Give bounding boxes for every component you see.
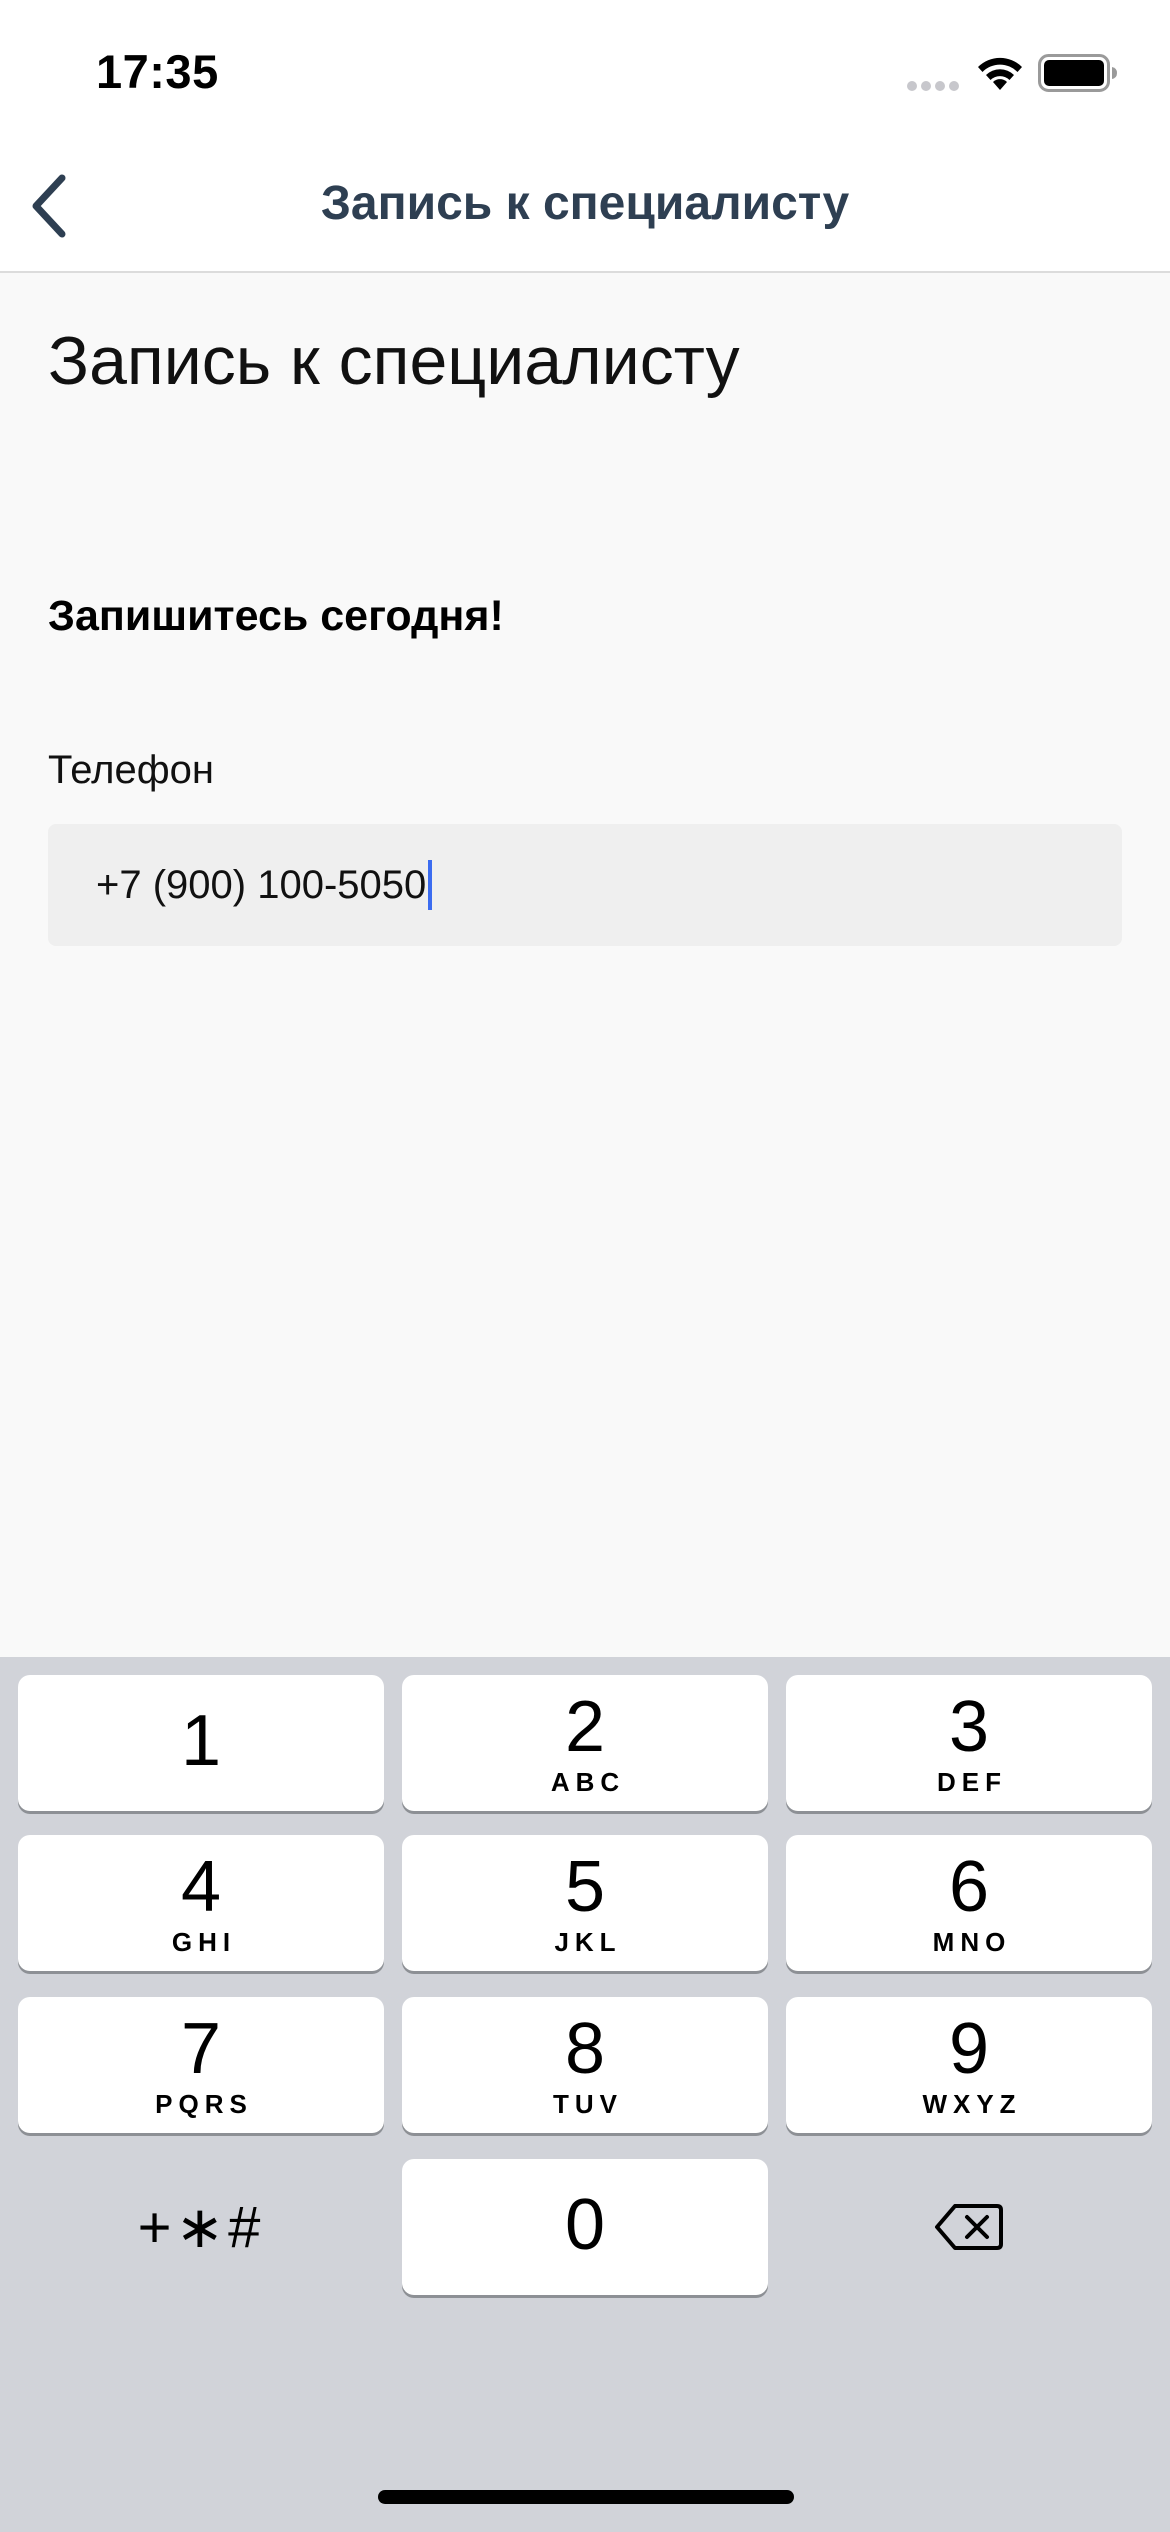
key-digit: 7	[180, 2008, 222, 2089]
key-8[interactable]: 8 TUV	[402, 1997, 768, 2133]
chevron-left-icon	[32, 174, 66, 238]
battery-icon	[1038, 54, 1117, 92]
status-time: 17:35	[96, 45, 219, 98]
back-button[interactable]	[10, 166, 90, 246]
key-digit: 0	[564, 2185, 606, 2265]
phone-label: Телефон	[48, 748, 214, 792]
key-symbols[interactable]: +∗#	[18, 2159, 384, 2295]
key-1[interactable]: 1	[18, 1675, 384, 1811]
nav-title: Запись к специалисту	[320, 177, 850, 230]
status-bar: 17:35	[0, 0, 1170, 138]
key-digit: 3	[948, 1686, 990, 1767]
key-digit: 4	[180, 1846, 222, 1927]
wifi-icon	[978, 57, 1022, 90]
key-2[interactable]: 2 ABC	[402, 1675, 768, 1811]
page-title: Запись к специалисту	[48, 323, 740, 399]
key-7[interactable]: 7 PQRS	[18, 1997, 384, 2133]
key-letters: PQRS	[155, 2088, 253, 2119]
key-digit: 2	[564, 1686, 606, 1767]
key-letters: JKL	[554, 1926, 622, 1957]
key-9[interactable]: 9 WXYZ	[786, 1997, 1152, 2133]
key-5[interactable]: 5 JKL	[402, 1835, 768, 1971]
key-letters: DEF	[937, 1766, 1007, 1797]
phone-input-value: +7 (900) 100-5050	[96, 862, 427, 907]
key-0[interactable]: 0	[402, 2159, 768, 2295]
symbols-label: +∗#	[137, 2195, 265, 2260]
key-letters: MNO	[932, 1926, 1012, 1957]
key-letters: GHI	[171, 1926, 237, 1957]
key-4[interactable]: 4 GHI	[18, 1835, 384, 1971]
key-digit: 6	[948, 1846, 990, 1927]
key-6[interactable]: 6 MNO	[786, 1835, 1152, 1971]
key-letters: TUV	[553, 2088, 623, 2119]
numeric-keypad: 1 2 ABC 3 DEF 4 GHI 5 JKL 6 MNO 7 PQRS 8…	[0, 1657, 1170, 2532]
promo-text: Запишитесь сегодня!	[48, 592, 504, 640]
key-digit: 5	[564, 1846, 606, 1927]
key-digit: 8	[564, 2008, 606, 2089]
backspace-icon	[935, 2204, 1003, 2250]
key-digit: 1	[180, 1701, 222, 1781]
text-caret	[428, 860, 433, 910]
home-indicator[interactable]	[378, 2490, 794, 2504]
navigation-bar: Запись к специалисту	[0, 138, 1170, 273]
key-letters: ABC	[550, 1766, 626, 1797]
key-digit: 9	[948, 2008, 990, 2089]
key-3[interactable]: 3 DEF	[786, 1675, 1152, 1811]
delete-key[interactable]	[786, 2159, 1152, 2295]
phone-input[interactable]: +7 (900) 100-5050	[48, 824, 1122, 946]
key-letters: WXYZ	[922, 2088, 1022, 2119]
signal-dots-icon	[907, 81, 959, 91]
